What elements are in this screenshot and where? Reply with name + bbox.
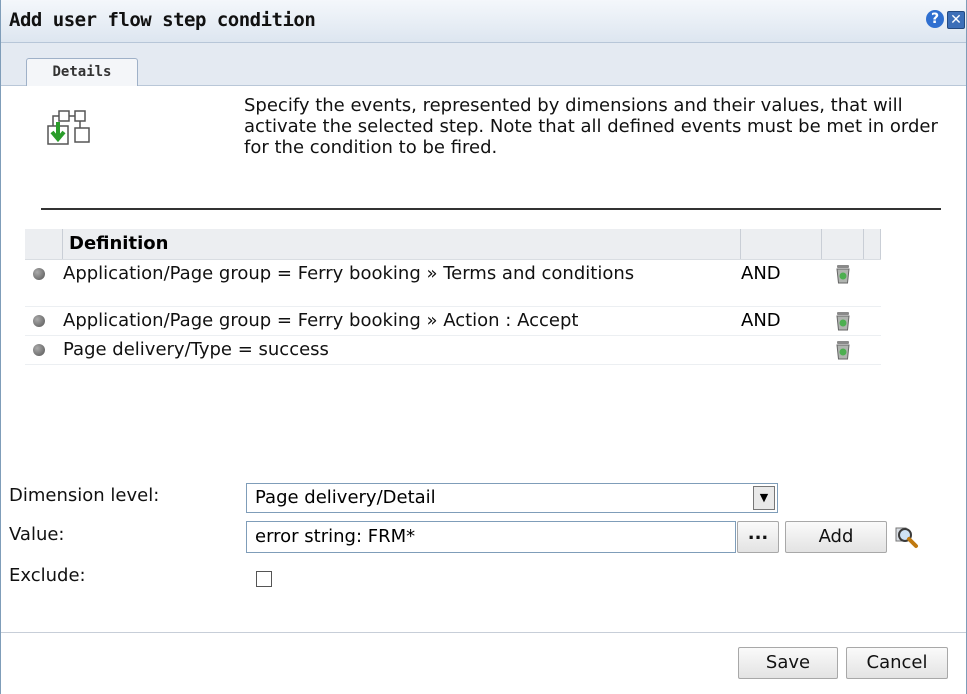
column-operator	[740, 229, 821, 259]
separator	[41, 208, 941, 210]
tab-details[interactable]: Details	[26, 58, 138, 86]
dimension-level-value: Page delivery/Detail	[255, 487, 436, 508]
table-header: Definition	[25, 229, 881, 260]
dialog: Add user flow step condition ? ✕ Details…	[0, 0, 967, 694]
column-delete	[821, 229, 862, 259]
table-row[interactable]: Application/Page group = Ferry booking »…	[25, 307, 881, 336]
search-icon[interactable]	[894, 525, 920, 549]
row-operator: AND	[741, 310, 781, 331]
table-row[interactable]: Page delivery/Type = success	[25, 336, 881, 365]
tab-strip: Details	[1, 43, 966, 86]
table-row[interactable]: Application/Page group = Ferry booking »…	[25, 260, 881, 307]
help-icon[interactable]: ?	[926, 10, 944, 28]
row-definition: Application/Page group = Ferry booking »…	[63, 263, 635, 284]
intro-text: Specify the events, represented by dimen…	[244, 95, 938, 158]
delete-icon[interactable]	[834, 340, 852, 360]
row-bullet	[33, 344, 45, 356]
save-button[interactable]: Save	[738, 647, 838, 679]
footer-separator	[1, 632, 966, 633]
browse-button[interactable]: ...	[737, 521, 779, 553]
title-bar: Add user flow step condition ? ✕	[1, 0, 966, 43]
value-label: Value:	[9, 524, 65, 545]
row-bullet	[33, 315, 45, 327]
row-bullet	[33, 268, 45, 280]
exclude-checkbox[interactable]	[256, 571, 272, 587]
value-input-text: error string: FRM*	[255, 526, 416, 547]
flow-step-icon	[47, 110, 90, 145]
row-definition: Application/Page group = Ferry booking »…	[63, 310, 579, 331]
dialog-title: Add user flow step condition	[9, 9, 316, 31]
exclude-label: Exclude:	[9, 565, 86, 586]
row-definition: Page delivery/Type = success	[63, 339, 329, 360]
delete-icon[interactable]	[834, 264, 852, 284]
column-spacer	[863, 229, 881, 259]
add-button[interactable]: Add	[785, 521, 887, 553]
delete-icon[interactable]	[834, 311, 852, 331]
tab-details-label: Details	[52, 64, 112, 80]
dimension-level-label: Dimension level:	[9, 485, 160, 506]
chevron-down-icon[interactable]: ▼	[753, 486, 775, 510]
value-input[interactable]: error string: FRM*	[246, 521, 736, 553]
dimension-level-select[interactable]: Page delivery/Detail ▼	[246, 483, 778, 513]
column-definition: Definition	[62, 229, 759, 259]
row-operator: AND	[741, 263, 781, 284]
cancel-button[interactable]: Cancel	[846, 647, 948, 679]
close-icon[interactable]: ✕	[947, 11, 965, 29]
conditions-table: Definition Application/Page group = Ferr…	[25, 229, 881, 365]
